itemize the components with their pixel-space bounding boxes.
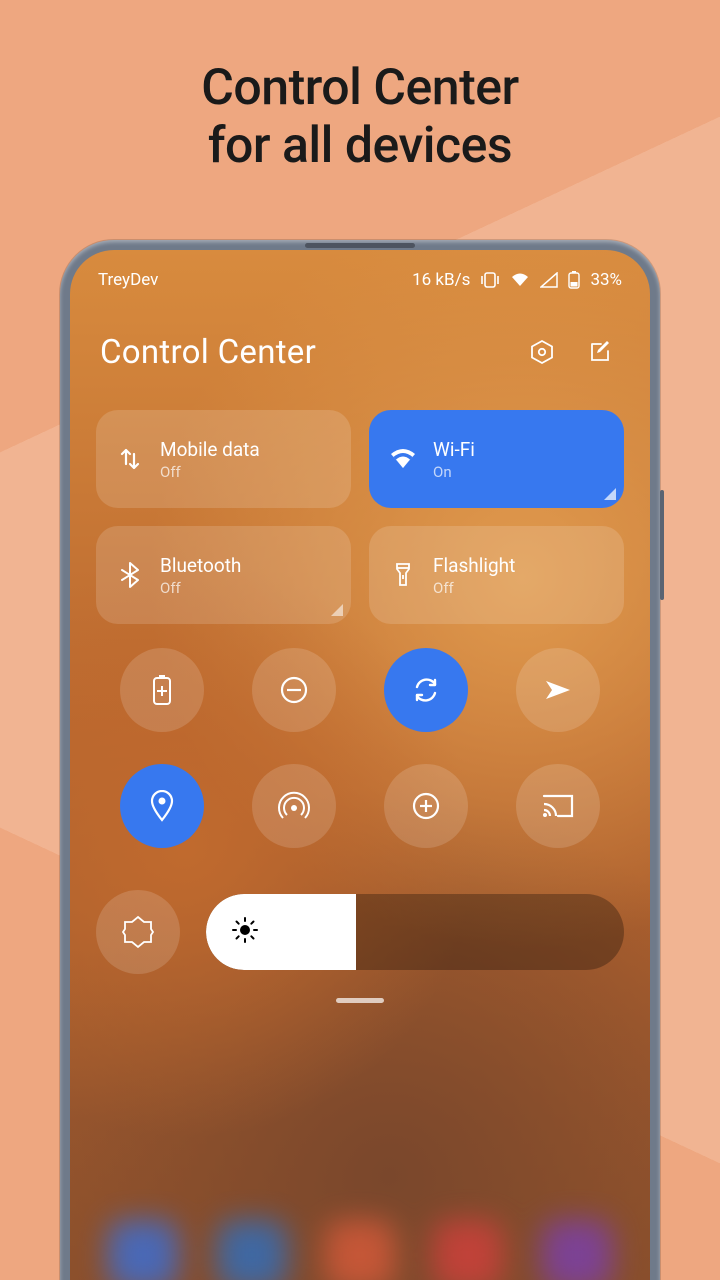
brightness-sun-icon	[232, 917, 258, 947]
location-icon	[149, 790, 175, 822]
phone-speaker	[305, 243, 415, 248]
dnd-icon	[278, 674, 310, 706]
hotspot-toggle[interactable]	[252, 764, 336, 848]
wifi-state: On	[433, 463, 475, 481]
expand-corner-icon	[604, 488, 616, 500]
promo-headline: Control Center for all devices	[0, 60, 720, 175]
auto-rotate-toggle[interactable]	[384, 648, 468, 732]
phone-side-button	[660, 490, 664, 600]
flashlight-label: Flashlight	[433, 554, 515, 577]
dock-app	[542, 1220, 612, 1280]
brightness-auto-icon	[121, 915, 155, 949]
flashlight-tile[interactable]: Flashlight Off	[369, 526, 624, 624]
brightness-row	[96, 890, 624, 974]
rotate-icon	[410, 674, 442, 706]
bluetooth-state: Off	[160, 579, 241, 597]
edit-icon	[587, 339, 613, 365]
auto-brightness-toggle[interactable]	[96, 890, 180, 974]
phone-mockup: TreyDev 16 kB/s 33% Control Center	[60, 240, 660, 1280]
flashlight-icon	[389, 561, 417, 589]
dock-app	[325, 1220, 395, 1280]
carrier-label: TreyDev	[98, 270, 158, 290]
dock-app	[433, 1220, 503, 1280]
network-speed: 16 kB/s	[412, 270, 470, 290]
blurred-dock	[70, 1170, 650, 1280]
bluetooth-label: Bluetooth	[160, 554, 241, 577]
wifi-icon	[389, 445, 417, 473]
cast-icon	[541, 792, 575, 820]
page-title: Control Center	[100, 333, 504, 372]
bluetooth-tile[interactable]: Bluetooth Off	[96, 526, 351, 624]
mobile-data-icon	[116, 445, 144, 473]
flashlight-state: Off	[433, 579, 515, 597]
battery-percent: 33%	[590, 270, 622, 290]
brightness-slider[interactable]	[206, 894, 624, 970]
phone-screen: TreyDev 16 kB/s 33% Control Center	[70, 250, 650, 1280]
mobile-data-tile[interactable]: Mobile data Off	[96, 410, 351, 508]
signal-icon	[540, 272, 558, 288]
bluetooth-icon	[116, 561, 144, 589]
quick-tiles: Mobile data Off Wi-Fi On Bl	[96, 410, 624, 624]
dock-app	[217, 1220, 287, 1280]
airplane-icon	[542, 674, 574, 706]
status-bar: TreyDev 16 kB/s 33%	[70, 270, 650, 290]
airplane-toggle[interactable]	[516, 648, 600, 732]
data-saver-icon	[410, 790, 442, 822]
vibrate-icon	[480, 272, 500, 288]
wifi-status-icon	[510, 272, 530, 288]
hotspot-icon	[277, 791, 311, 821]
wifi-tile[interactable]: Wi-Fi On	[369, 410, 624, 508]
data-saver-toggle[interactable]	[384, 764, 468, 848]
drag-handle[interactable]	[336, 998, 384, 1003]
battery-toggle-icon	[151, 674, 173, 706]
dock-app	[108, 1220, 178, 1280]
battery-icon	[568, 271, 580, 289]
settings-button[interactable]	[522, 332, 562, 372]
brightness-fill	[206, 894, 356, 970]
status-bar-right: 16 kB/s 33%	[412, 270, 622, 290]
dnd-toggle[interactable]	[252, 648, 336, 732]
expand-corner-icon	[331, 604, 343, 616]
mobile-data-state: Off	[160, 463, 260, 481]
headline-line1: Control Center	[201, 59, 518, 117]
edit-button[interactable]	[580, 332, 620, 372]
circle-toggles	[96, 648, 624, 848]
location-toggle[interactable]	[120, 764, 204, 848]
mobile-data-label: Mobile data	[160, 438, 260, 461]
headline-line2: for all devices	[208, 117, 512, 175]
header-row: Control Center	[70, 332, 650, 372]
cast-toggle[interactable]	[516, 764, 600, 848]
battery-saver-toggle[interactable]	[120, 648, 204, 732]
settings-hex-icon	[528, 338, 556, 366]
wifi-label: Wi-Fi	[433, 438, 475, 461]
